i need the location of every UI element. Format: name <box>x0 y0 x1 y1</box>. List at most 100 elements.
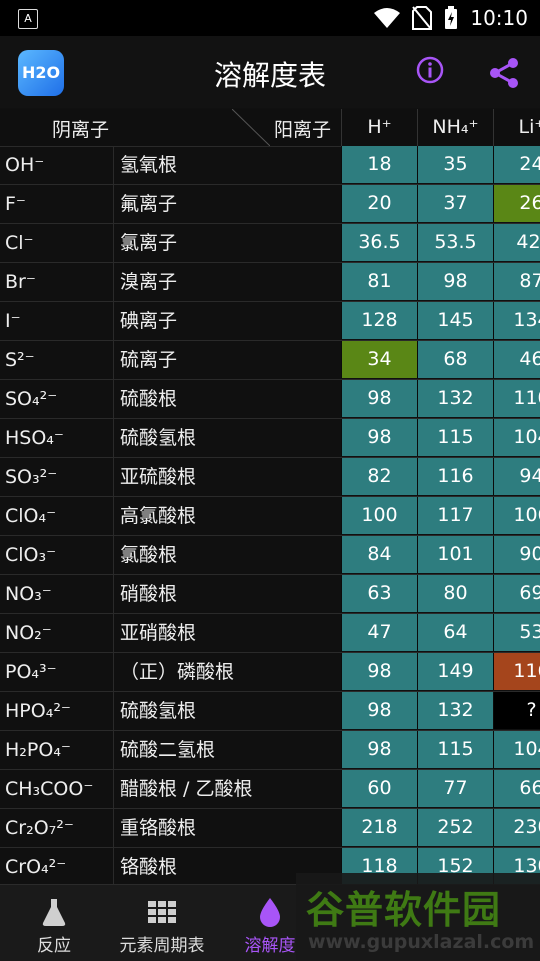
table-row[interactable]: NO₂⁻ 亚硝酸根 476453 <box>0 614 540 653</box>
notification-icon: A <box>18 9 38 29</box>
solubility-cell[interactable]: 24 <box>493 146 540 183</box>
solubility-cell[interactable]: 98 <box>341 653 417 690</box>
table-row[interactable]: I⁻ 碘离子 128145134 <box>0 302 540 341</box>
table-row[interactable]: H₂PO₄⁻ 硫酸二氢根 98115104 <box>0 731 540 770</box>
anion-name: 硫酸氢根 <box>120 427 197 449</box>
solubility-cell[interactable]: 94 <box>493 458 540 495</box>
column-header-nh4[interactable]: NH₄⁺ <box>417 109 493 146</box>
table-row[interactable]: SO₄²⁻ 硫酸根 98132110 <box>0 380 540 419</box>
table-body: OH⁻ 氢氧根 183524 F⁻ 氟离子 203726 Cl⁻ 氯离子 36.553.542.… <box>0 146 540 884</box>
solubility-cell[interactable]: 68 <box>417 341 493 378</box>
solubility-cell[interactable]: 36.5 <box>341 224 417 261</box>
anion-name: 氟离子 <box>120 193 178 215</box>
solubility-cell[interactable]: 218 <box>341 809 417 846</box>
solubility-cell[interactable]: 98 <box>341 380 417 417</box>
info-icon[interactable] <box>416 56 444 84</box>
nav-item-reactions[interactable]: 反应 <box>0 885 108 961</box>
anion-name-cell: 硝酸根 <box>113 575 342 613</box>
anion-formula: CrO₄²⁻ <box>5 856 67 878</box>
solubility-cell[interactable]: 98 <box>341 692 417 729</box>
table-row[interactable]: Cr₂O₇²⁻ 重铬酸根 218252230 <box>0 809 540 848</box>
solubility-cell[interactable]: 26 <box>493 185 540 222</box>
solubility-cell[interactable]: 252 <box>417 809 493 846</box>
table-row[interactable]: Cl⁻ 氯离子 36.553.542. <box>0 224 540 263</box>
solubility-cell[interactable]: 63 <box>341 575 417 612</box>
solubility-cell[interactable]: 47 <box>341 614 417 651</box>
table-row[interactable]: HPO₄²⁻ 硫酸氢根 98 132? <box>0 692 540 731</box>
solubility-cell[interactable]: 110 <box>493 380 540 417</box>
table-row[interactable]: S²⁻ 硫离子 346846 <box>0 341 540 380</box>
solubility-cell[interactable]: 34 <box>341 341 417 378</box>
share-icon[interactable] <box>487 56 521 90</box>
solubility-cell[interactable]: 132 <box>417 692 493 729</box>
nav-label-reactions: 反应 <box>37 936 71 956</box>
anion-name-cell: 氯酸根 <box>113 536 342 574</box>
anion-formula: ClO₄⁻ <box>5 505 57 527</box>
solubility-cell[interactable]: 53 <box>493 614 540 651</box>
solubility-cell[interactable]: 46 <box>493 341 540 378</box>
watermark-overlay: 谷普软件园 www.gupuxlazal.com <box>296 873 540 960</box>
solubility-cell[interactable]: 106 <box>493 497 540 534</box>
solubility-cell[interactable]: 104 <box>493 419 540 456</box>
column-header-h[interactable]: H⁺ <box>341 109 417 146</box>
solubility-cell[interactable]: 64 <box>417 614 493 651</box>
solubility-cell[interactable]: ? <box>493 692 540 729</box>
solubility-cell[interactable]: 66 <box>493 770 540 807</box>
anion-formula: ClO₃⁻ <box>5 544 57 566</box>
solubility-cell[interactable]: 149 <box>417 653 493 690</box>
solubility-cell[interactable]: 98 <box>341 731 417 768</box>
table-row[interactable]: CH₃COO⁻ 醋酸根 / 乙酸根 607766 <box>0 770 540 809</box>
anion-formula: S²⁻ <box>5 349 35 371</box>
solubility-cell[interactable]: 100 <box>341 497 417 534</box>
column-header-li[interactable]: Li⁺ <box>493 109 540 146</box>
solubility-cell[interactable]: 37 <box>417 185 493 222</box>
solubility-cell[interactable]: 42. <box>493 224 540 261</box>
table-row[interactable]: NO₃⁻ 硝酸根 638069 <box>0 575 540 614</box>
anion-formula: F⁻ <box>5 193 26 215</box>
table-row[interactable]: Br⁻ 溴离子 819887 <box>0 263 540 302</box>
solubility-cell[interactable]: 69 <box>493 575 540 612</box>
solubility-cell[interactable]: 230 <box>493 809 540 846</box>
solubility-cell[interactable]: 128 <box>341 302 417 339</box>
solubility-cell[interactable]: 98 <box>341 419 417 456</box>
wifi-icon <box>374 8 401 28</box>
solubility-cell[interactable]: 80 <box>417 575 493 612</box>
solubility-cell[interactable]: 115 <box>417 731 493 768</box>
anion-name-cell: 氟离子 <box>113 185 342 223</box>
table-row[interactable]: SO₃²⁻ 亚硫酸根 8211694 <box>0 458 540 497</box>
anion-header: 阴离子 <box>52 119 110 141</box>
solubility-cell[interactable]: 132 <box>417 380 493 417</box>
nav-item-periodic-table[interactable]: 元素周期表 <box>108 885 216 961</box>
solubility-cell[interactable]: 18 <box>341 146 417 183</box>
solubility-cell[interactable]: 115 <box>417 419 493 456</box>
solubility-cell[interactable]: 90 <box>493 536 540 573</box>
solubility-cell[interactable]: 81 <box>341 263 417 300</box>
solubility-cell[interactable]: 116 <box>417 458 493 495</box>
anion-name: 硝酸根 <box>120 583 178 605</box>
solubility-cell[interactable]: 35 <box>417 146 493 183</box>
solubility-cell[interactable]: 20 <box>341 185 417 222</box>
solubility-cell[interactable]: 104 <box>493 731 540 768</box>
table-row[interactable]: PO₄³⁻ （正）磷酸根 98149116 <box>0 653 540 692</box>
solubility-cell[interactable]: 53.5 <box>417 224 493 261</box>
anion-name: 氢氧根 <box>120 154 178 176</box>
solubility-cell[interactable]: 84 <box>341 536 417 573</box>
solubility-cell[interactable]: 87 <box>493 263 540 300</box>
anion-name: 高氯酸根 <box>120 505 197 527</box>
solubility-cell[interactable]: 117 <box>417 497 493 534</box>
table-row[interactable]: ClO₄⁻ 高氯酸根 100117106 <box>0 497 540 536</box>
solubility-cell[interactable]: 60 <box>341 770 417 807</box>
solubility-cell[interactable]: 82 <box>341 458 417 495</box>
solubility-table[interactable]: 阴离子 阳离子 H⁺ NH₄⁺ Li⁺ OH⁻氢氧根183524F⁻氟离子203… <box>0 109 540 884</box>
solubility-cell[interactable]: 134 <box>493 302 540 339</box>
table-row[interactable]: F⁻ 氟离子 203726 <box>0 185 540 224</box>
table-row[interactable]: HSO₄⁻ 硫酸氢根 98115104 <box>0 419 540 458</box>
anion-name: 硫酸氢根 <box>120 700 197 722</box>
solubility-cell[interactable]: 101 <box>417 536 493 573</box>
solubility-cell[interactable]: 77 <box>417 770 493 807</box>
table-row[interactable]: OH⁻ 氢氧根 183524 <box>0 146 540 185</box>
solubility-cell[interactable]: 116 <box>493 653 540 690</box>
solubility-cell[interactable]: 145 <box>417 302 493 339</box>
table-row[interactable]: ClO₃⁻ 氯酸根 8410190 <box>0 536 540 575</box>
solubility-cell[interactable]: 98 <box>417 263 493 300</box>
